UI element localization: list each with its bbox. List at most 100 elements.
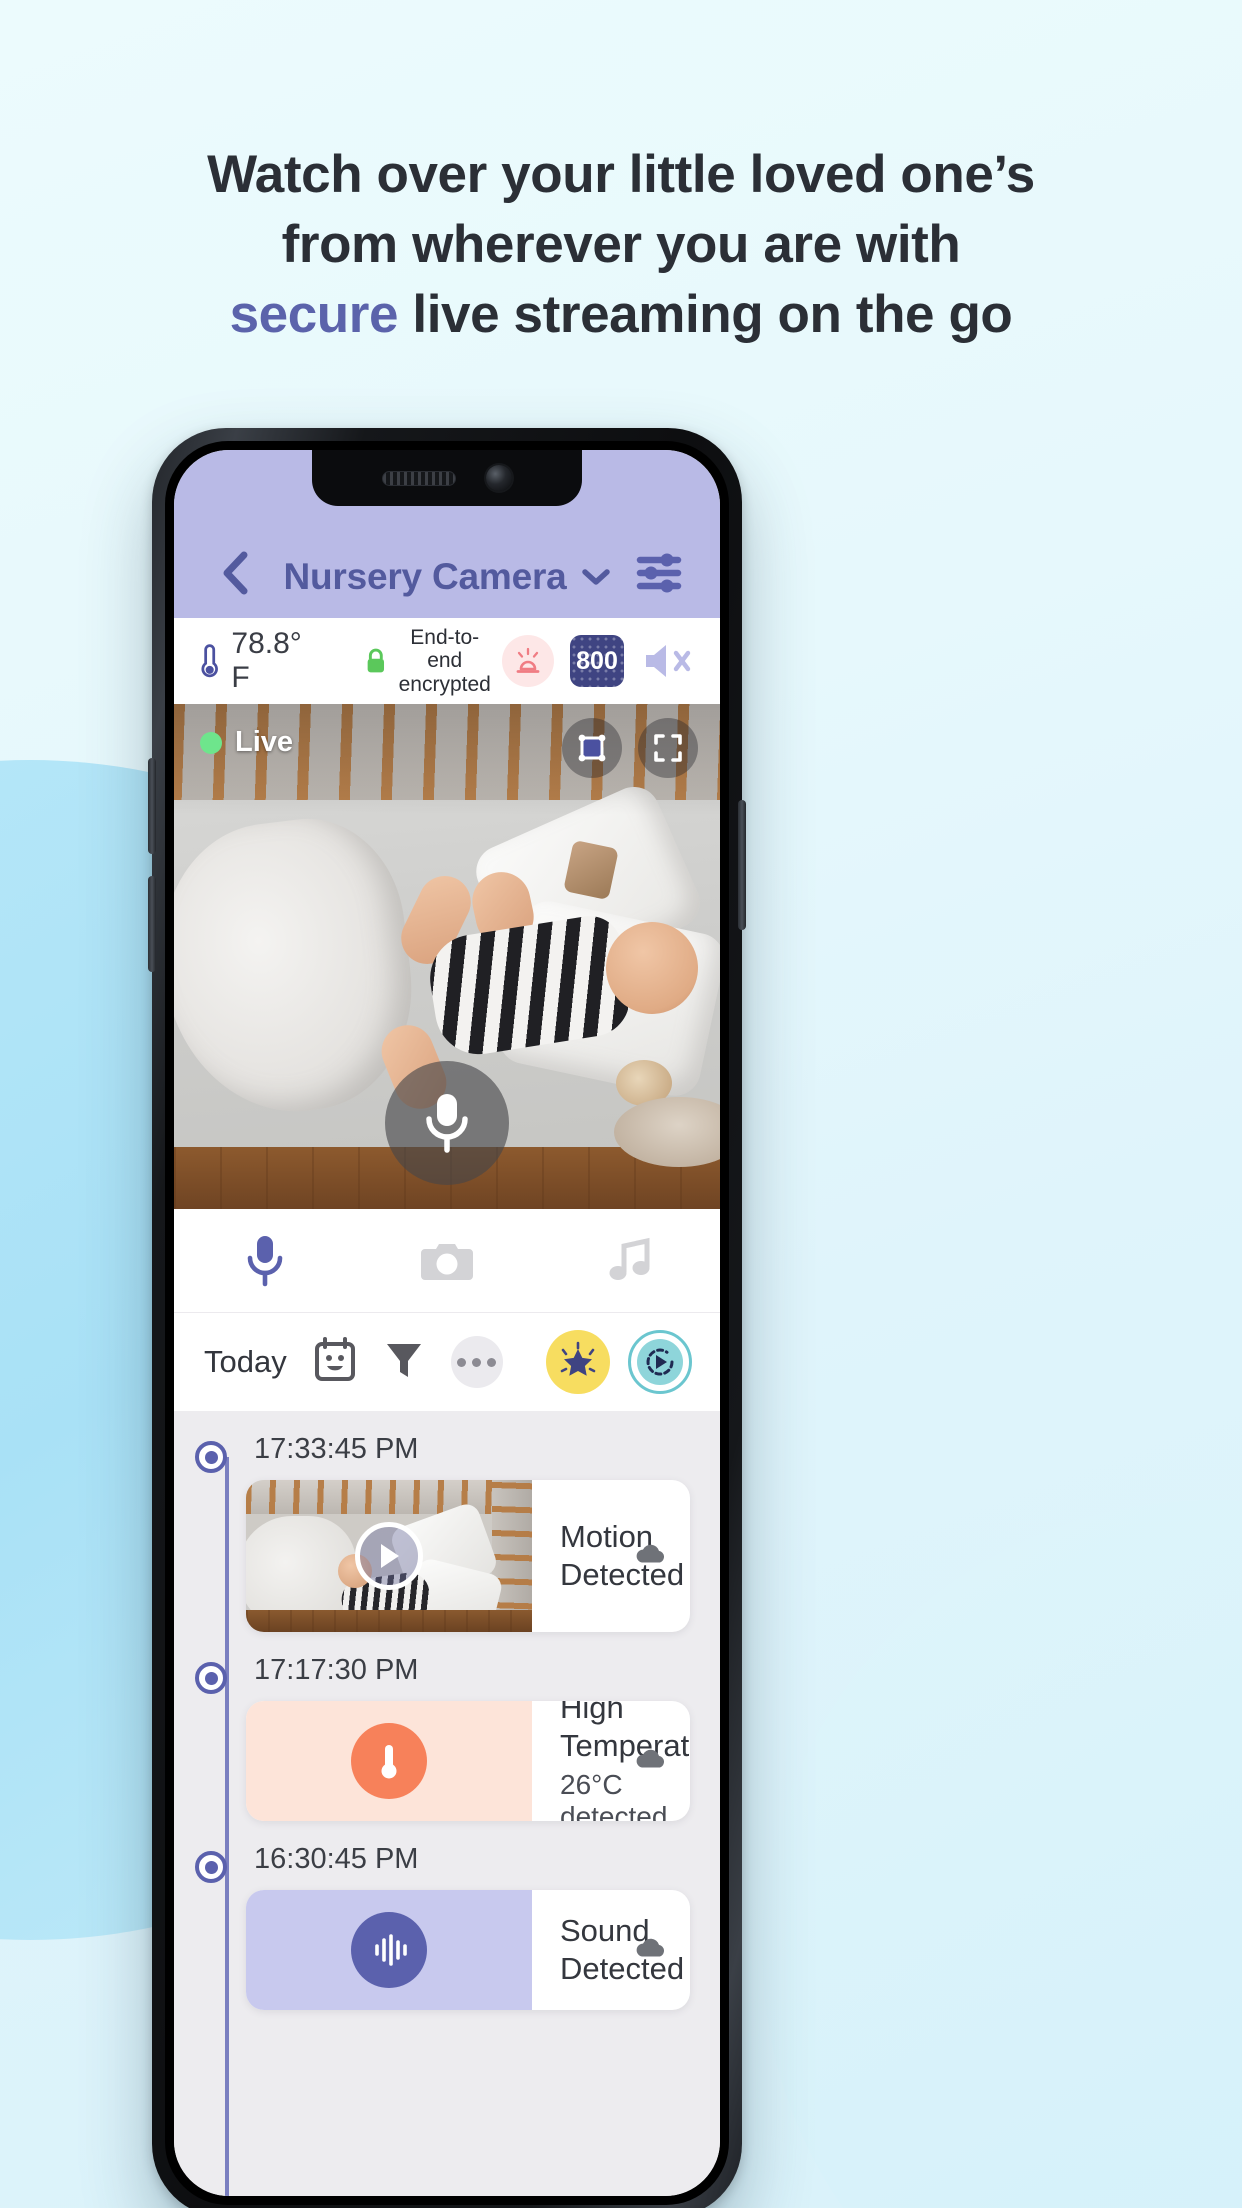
star-burst-icon xyxy=(560,1341,596,1376)
settings-button[interactable] xyxy=(630,544,688,602)
camera-selector[interactable]: Nursery Camera xyxy=(264,556,630,598)
microphone-icon xyxy=(247,1235,283,1286)
headline-line-3: secure live streaming on the go xyxy=(90,280,1152,350)
cloud-icon xyxy=(636,1938,665,1957)
alarm-button[interactable] xyxy=(502,635,554,687)
status-strip: 78.8° F End-to-end encrypted 800 xyxy=(174,618,720,704)
tab-talk[interactable] xyxy=(174,1233,356,1289)
event-subtitle: 26°C detected xyxy=(560,1768,668,1821)
crop-frame-icon xyxy=(578,734,606,762)
live-label: Live xyxy=(235,726,294,758)
more-dots-icon xyxy=(457,1357,467,1367)
headline-line-1: Watch over your little loved one’s xyxy=(207,145,1035,204)
video-quality-label: 800 xyxy=(576,646,618,675)
event-time: 16:30:45 PM xyxy=(254,1843,419,1875)
event-thumbnail[interactable] xyxy=(246,1480,532,1632)
microphone-icon xyxy=(426,1094,468,1153)
event-card[interactable]: Motion Detected xyxy=(246,1480,690,1632)
highlights-button[interactable] xyxy=(546,1330,610,1394)
video-quality-button[interactable]: 800 xyxy=(570,635,624,687)
event-thumbnail xyxy=(246,1890,532,2010)
replay-play-icon xyxy=(646,1348,674,1376)
event-card[interactable]: Sound Detected xyxy=(246,1890,690,2010)
front-camera-icon xyxy=(486,465,512,491)
earpiece-speaker-icon xyxy=(382,470,456,486)
thumb-floor-decor xyxy=(246,1610,532,1632)
volume-down-button[interactable] xyxy=(148,876,156,972)
tab-snapshot[interactable] xyxy=(356,1238,538,1284)
thermometer-icon xyxy=(201,644,218,678)
timeline-marker xyxy=(195,1851,227,1883)
headline-accent-word: secure xyxy=(229,284,399,344)
speaker-mute-icon xyxy=(646,645,691,677)
phone-bezel: Nursery Camera 78.8° F End-to-end encryp… xyxy=(165,441,729,2205)
cloud-saved-button[interactable] xyxy=(634,1936,668,1965)
phone-mockup: Nursery Camera 78.8° F End-to-end encryp… xyxy=(148,428,746,2208)
crop-button[interactable] xyxy=(562,718,622,778)
siren-icon xyxy=(516,647,540,673)
chevron-down-icon xyxy=(581,569,610,585)
temperature-value: 78.8° F xyxy=(231,627,302,694)
sliders-icon xyxy=(636,553,682,593)
push-to-talk-button[interactable] xyxy=(385,1061,509,1185)
music-note-icon xyxy=(609,1237,650,1280)
replay-inner-circle xyxy=(637,1339,683,1385)
more-dots-icon xyxy=(472,1357,482,1367)
thermometer-icon xyxy=(381,1745,397,1779)
more-options-button[interactable] xyxy=(450,1336,503,1388)
status-icon-group: 800 xyxy=(502,635,696,687)
timeline-marker xyxy=(195,1441,227,1473)
volume-up-button[interactable] xyxy=(148,758,156,854)
camera-icon xyxy=(421,1243,473,1280)
timeline-event[interactable]: 17:33:45 PM Motion Detected xyxy=(195,1433,690,1632)
today-label[interactable]: Today xyxy=(204,1344,287,1380)
replay-button[interactable] xyxy=(628,1330,692,1394)
live-indicator: Live xyxy=(200,726,293,759)
more-dots-icon xyxy=(487,1357,497,1367)
page-title: Nursery Camera xyxy=(283,556,567,597)
filter-button[interactable] xyxy=(383,1337,425,1388)
timeline-mode-group xyxy=(546,1330,692,1394)
chevron-left-icon xyxy=(223,551,248,595)
back-button[interactable] xyxy=(206,544,264,602)
timeline-event[interactable]: 16:30:45 PM Sound Detected xyxy=(195,1843,690,2010)
timeline-event[interactable]: 17:17:30 PM High Temperature xyxy=(195,1654,690,1821)
cloud-saved-button[interactable] xyxy=(634,1542,668,1571)
encryption-line-1: End-to-end xyxy=(410,625,480,673)
funnel-icon xyxy=(386,1343,421,1377)
tab-lullaby[interactable] xyxy=(538,1236,720,1286)
event-timeline[interactable]: 17:33:45 PM Motion Detected 17:17:30 PM … xyxy=(174,1411,720,2196)
encryption-status: End-to-end encrypted xyxy=(364,626,492,697)
calendar-smiley-icon xyxy=(314,1336,355,1381)
temperature-readout: 78.8° F xyxy=(200,627,310,695)
mute-button[interactable] xyxy=(640,640,696,682)
cloud-icon xyxy=(636,1749,665,1768)
event-thumbnail xyxy=(246,1701,532,1821)
event-title: High Temperature xyxy=(560,1701,690,1763)
event-card[interactable]: High Temperature 26°C detected xyxy=(246,1701,690,1821)
lock-icon xyxy=(367,648,384,673)
headline-line-2: from wherever you are with xyxy=(281,214,961,274)
waveform-icon xyxy=(375,1934,407,1966)
play-icon xyxy=(381,1544,399,1568)
timeline-marker xyxy=(195,1662,227,1694)
live-video-feed[interactable]: Live xyxy=(174,704,720,1209)
video-action-group xyxy=(562,718,698,778)
phone-notch xyxy=(312,450,582,506)
cloud-saved-button[interactable] xyxy=(634,1747,668,1776)
event-time: 17:17:30 PM xyxy=(254,1654,419,1686)
action-tab-bar xyxy=(174,1209,720,1313)
power-button[interactable] xyxy=(738,800,746,930)
cloud-icon xyxy=(636,1544,665,1563)
thumb-crib-rail-decor xyxy=(246,1480,532,1514)
fullscreen-icon xyxy=(654,734,682,762)
filter-icon-group xyxy=(313,1336,503,1389)
encryption-line-2: encrypted xyxy=(398,672,491,696)
headline-line-3-rest: live streaming on the go xyxy=(398,284,1013,344)
calendar-button[interactable] xyxy=(313,1336,357,1389)
live-status-dot xyxy=(200,731,222,754)
phone-screen: Nursery Camera 78.8° F End-to-end encryp… xyxy=(174,450,720,2196)
play-button[interactable] xyxy=(355,1522,423,1590)
sound-alert-icon-wrap xyxy=(351,1912,427,1988)
fullscreen-button[interactable] xyxy=(638,718,698,778)
